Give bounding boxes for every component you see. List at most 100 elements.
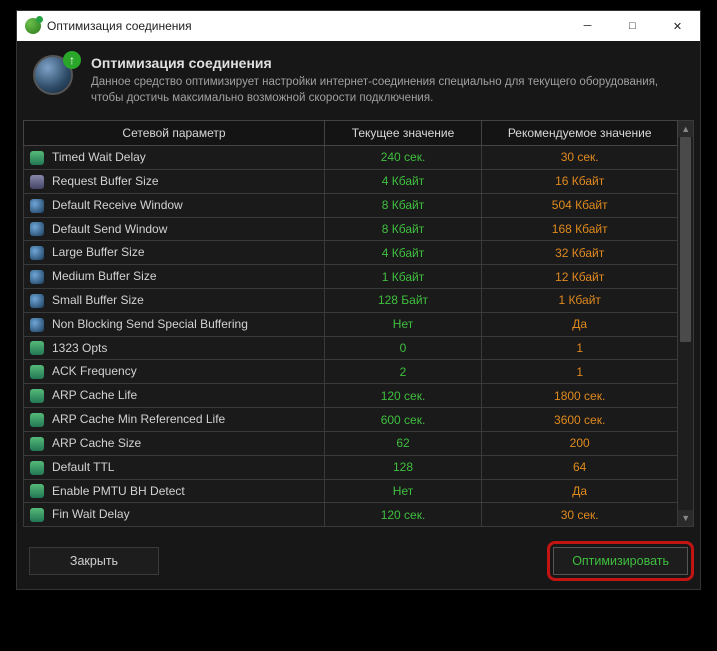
param-name: Enable PMTU BH Detect <box>52 484 185 498</box>
param-cell: Medium Buffer Size <box>24 265 325 289</box>
table-row[interactable]: Enable PMTU BH Detect НетДа <box>24 479 678 503</box>
table-row[interactable]: Non Blocking Send Special BufferingНетДа <box>24 312 678 336</box>
col-param: Сетевой параметр <box>24 121 325 146</box>
param-icon <box>30 151 44 165</box>
param-icon <box>30 246 44 260</box>
recommended-value: 3600 сек. <box>482 408 678 432</box>
param-icon <box>30 318 44 332</box>
current-value: 600 сек. <box>324 408 481 432</box>
recommended-value: 504 Кбайт <box>482 193 678 217</box>
recommended-value: 64 <box>482 455 678 479</box>
param-cell: Small Buffer Size <box>24 289 325 313</box>
header-subtext: Данное средство оптимизирует настройки и… <box>91 75 684 106</box>
current-value: 2 <box>324 360 481 384</box>
param-cell: ARP Cache Min Referenced Life <box>24 408 325 432</box>
param-name: Default Receive Window <box>52 198 183 212</box>
param-icon <box>30 413 44 427</box>
param-name: Small Buffer Size <box>52 293 144 307</box>
param-cell: Fin Wait Delay <box>24 503 325 527</box>
scroll-down-button[interactable]: ▼ <box>678 510 693 526</box>
param-cell: Request Buffer Size <box>24 169 325 193</box>
table-row[interactable]: 1323 Opts01 <box>24 336 678 360</box>
param-icon <box>30 508 44 522</box>
table-row[interactable]: Default TTL12864 <box>24 455 678 479</box>
table-row[interactable]: Large Buffer Size4 Кбайт32 Кбайт <box>24 241 678 265</box>
current-value: 62 <box>324 431 481 455</box>
header-heading: Оптимизация соединения <box>91 55 684 71</box>
param-cell: ARP Cache Size <box>24 431 325 455</box>
recommended-value: 30 сек. <box>482 503 678 527</box>
param-cell: Enable PMTU BH Detect <box>24 479 325 503</box>
table-row[interactable]: Request Buffer Size4 Кбайт16 Кбайт <box>24 169 678 193</box>
header: ↑ Оптимизация соединения Данное средство… <box>17 41 700 120</box>
param-cell: ARP Cache Life <box>24 384 325 408</box>
param-cell: Default Send Window <box>24 217 325 241</box>
col-current: Текущее значение <box>324 121 481 146</box>
recommended-value: 200 <box>482 431 678 455</box>
current-value: 120 сек. <box>324 503 481 527</box>
close-button[interactable]: Закрыть <box>29 547 159 575</box>
vertical-scrollbar[interactable]: ▲ ▼ <box>678 120 694 527</box>
recommended-value: 1 <box>482 360 678 384</box>
table-row[interactable]: ARP Cache Min Referenced Life 600 сек.360… <box>24 408 678 432</box>
param-icon <box>30 461 44 475</box>
param-name: Request Buffer Size <box>52 174 159 188</box>
recommended-value: 168 Кбайт <box>482 217 678 241</box>
scroll-up-button[interactable]: ▲ <box>678 121 693 137</box>
param-name: Large Buffer Size <box>52 245 145 259</box>
param-icon <box>30 175 44 189</box>
recommended-value: 12 Кбайт <box>482 265 678 289</box>
param-icon <box>30 294 44 308</box>
current-value: 4 Кбайт <box>324 241 481 265</box>
recommended-value: Да <box>482 312 678 336</box>
param-icon <box>30 437 44 451</box>
optimize-button[interactable]: Оптимизировать <box>553 547 688 575</box>
param-name: Default TTL <box>52 460 114 474</box>
titlebar: Оптимизация соединения ─ □ ✕ <box>17 11 700 41</box>
table-row[interactable]: Default Receive Window8 Кбайт504 Кбайт <box>24 193 678 217</box>
table-row[interactable]: Timed Wait Delay240 сек.30 сек. <box>24 146 678 170</box>
table-row[interactable]: ARP Cache Life120 сек.1800 сек. <box>24 384 678 408</box>
recommended-value: Да <box>482 479 678 503</box>
table-row[interactable]: ACK Frequency 21 <box>24 360 678 384</box>
param-icon <box>30 389 44 403</box>
table-row[interactable]: Small Buffer Size 128 Байт1 Кбайт <box>24 289 678 313</box>
current-value: 128 Байт <box>324 289 481 313</box>
minimize-button[interactable]: ─ <box>565 11 610 41</box>
param-name: ARP Cache Life <box>52 388 137 402</box>
param-name: Default Send Window <box>52 222 167 236</box>
param-cell: Default Receive Window <box>24 193 325 217</box>
param-name: Fin Wait Delay <box>52 507 130 521</box>
optimize-highlight: Оптимизировать <box>547 541 694 581</box>
param-name: Medium Buffer Size <box>52 269 157 283</box>
param-name: 1323 Opts <box>52 341 107 355</box>
table-row[interactable]: Medium Buffer Size 1 Кбайт12 Кбайт <box>24 265 678 289</box>
table-row[interactable]: Default Send Window8 Кбайт168 Кбайт <box>24 217 678 241</box>
settings-table: Сетевой параметр Текущее значение Рекоме… <box>23 120 678 527</box>
current-value: 4 Кбайт <box>324 169 481 193</box>
param-name: ACK Frequency <box>52 364 137 378</box>
globe-upload-icon: ↑ <box>33 55 77 99</box>
current-value: 0 <box>324 336 481 360</box>
table-row[interactable]: ARP Cache Size62200 <box>24 431 678 455</box>
current-value: 240 сек. <box>324 146 481 170</box>
col-recommended: Рекомендуемое значение <box>482 121 678 146</box>
recommended-value: 1 Кбайт <box>482 289 678 313</box>
current-value: 1 Кбайт <box>324 265 481 289</box>
param-icon <box>30 341 44 355</box>
current-value: Нет <box>324 479 481 503</box>
app-icon <box>25 18 41 34</box>
param-name: ARP Cache Min Referenced Life <box>52 412 225 426</box>
scroll-thumb[interactable] <box>680 137 691 342</box>
param-name: Non Blocking Send Special Buffering <box>52 317 248 331</box>
maximize-button[interactable]: □ <box>610 11 655 41</box>
param-name: Timed Wait Delay <box>52 150 146 164</box>
param-cell: Default TTL <box>24 455 325 479</box>
recommended-value: 1800 сек. <box>482 384 678 408</box>
param-cell: Timed Wait Delay <box>24 146 325 170</box>
table-row[interactable]: Fin Wait Delay 120 сек.30 сек. <box>24 503 678 527</box>
param-icon <box>30 365 44 379</box>
param-icon <box>30 222 44 236</box>
param-cell: Non Blocking Send Special Buffering <box>24 312 325 336</box>
close-window-button[interactable]: ✕ <box>655 11 700 41</box>
